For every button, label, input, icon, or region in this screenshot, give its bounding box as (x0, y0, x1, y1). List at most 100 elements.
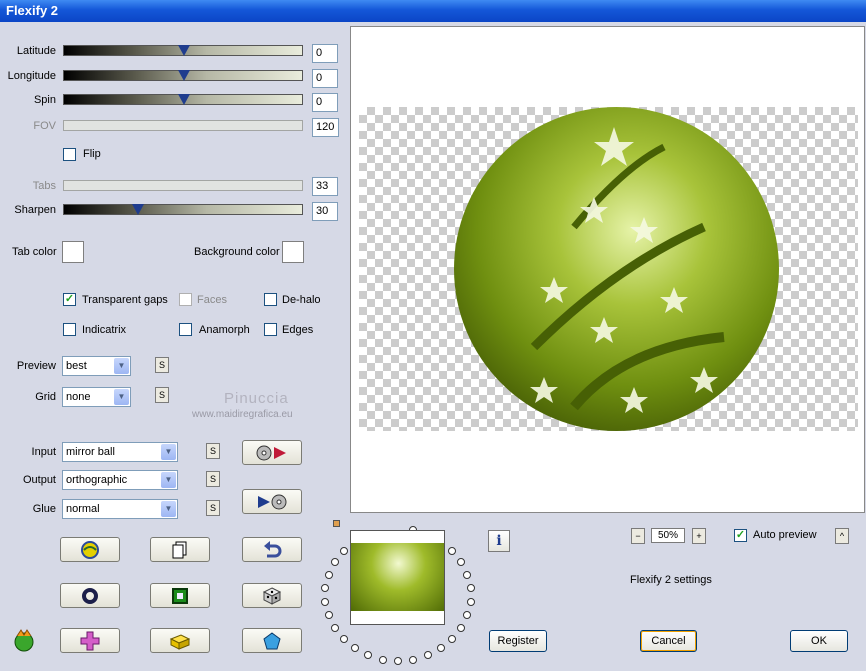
longitude-label: Longitude (7, 70, 56, 82)
square-icon (172, 587, 188, 604)
chevron-down-icon: ▼ (161, 472, 176, 488)
save-output-button[interactable] (242, 489, 302, 514)
settings-label: Flexify 2 settings (630, 574, 712, 586)
preview-area (350, 26, 865, 513)
background-color-swatch[interactable] (282, 241, 304, 263)
background-color-label: Background color (194, 246, 280, 258)
block-tool-button[interactable] (150, 628, 210, 653)
ring-dot (339, 635, 348, 644)
de-halo-checkbox[interactable] (264, 293, 277, 306)
longitude-value[interactable]: 0 (312, 69, 338, 88)
ring-dot (378, 655, 387, 664)
ring-dot (463, 570, 472, 579)
output-select-value: orthographic (66, 474, 128, 486)
ok-button[interactable]: OK (790, 630, 848, 652)
zoom-out-button[interactable]: − (631, 528, 645, 544)
ring-dot (448, 635, 457, 644)
pentagon-icon (263, 631, 281, 649)
ring-dot (463, 611, 472, 620)
sharpen-value[interactable]: 30 (312, 202, 338, 221)
input-s-button[interactable]: S (206, 443, 220, 459)
globe-icon (81, 540, 99, 559)
chevron-down-icon: ▼ (114, 389, 129, 405)
ring-dot (339, 546, 348, 555)
tabs-slider (63, 180, 303, 191)
preview-select[interactable]: best ▼ (62, 356, 131, 376)
grid-select[interactable]: none ▼ (62, 387, 131, 407)
info-button[interactable]: i (488, 530, 510, 552)
tab-color-swatch[interactable] (62, 241, 84, 263)
anamorph-checkbox[interactable] (179, 323, 192, 336)
output-s-button[interactable]: S (206, 471, 220, 487)
tabs-label: Tabs (32, 180, 56, 192)
ring-dot (394, 657, 402, 665)
tabs-value[interactable]: 33 (312, 177, 338, 196)
ring-dot (436, 644, 445, 653)
cancel-button[interactable]: Cancel (640, 630, 697, 652)
edges-label: Edges (282, 324, 314, 336)
flexify-window: Flexify 2 Latitude 0 Longitude 0 Spin 0 … (0, 0, 866, 671)
copy-icon (172, 541, 187, 558)
edges-checkbox[interactable] (264, 323, 277, 336)
glue-s-button[interactable]: S (206, 500, 220, 516)
zoom-level: 50% (651, 528, 685, 543)
grid-s-button[interactable]: S (155, 387, 169, 403)
spin-slider[interactable] (63, 94, 303, 105)
input-select[interactable]: mirror ball ▼ (62, 442, 178, 462)
grid-label: Grid (35, 391, 56, 403)
fov-value[interactable]: 120 (312, 118, 339, 137)
cross-tool-button[interactable] (60, 628, 120, 653)
transparent-gaps-label: Transparent gaps (82, 294, 168, 306)
de-halo-label: De-halo (282, 294, 321, 306)
input-select-value: mirror ball (66, 446, 115, 458)
chevron-down-icon: ▼ (114, 358, 129, 374)
flexify-logo-icon (12, 628, 36, 655)
square-tool-button[interactable] (150, 583, 210, 608)
globe-tool-button[interactable] (60, 537, 120, 562)
handle-marker[interactable] (333, 520, 340, 527)
collapse-button[interactable]: ^ (835, 528, 849, 544)
preview-label: Preview (16, 360, 56, 372)
block-icon (169, 633, 191, 650)
spin-label: Spin (33, 94, 56, 106)
output-select[interactable]: orthographic ▼ (62, 470, 178, 490)
random-tool-button[interactable] (242, 583, 302, 608)
spin-value[interactable]: 0 (312, 93, 338, 112)
tab-color-label: Tab color (12, 246, 57, 258)
undo-tool-button[interactable] (242, 537, 302, 562)
indicatrix-checkbox[interactable] (63, 323, 76, 336)
flip-checkbox[interactable] (63, 148, 76, 161)
indicatrix-label: Indicatrix (82, 324, 127, 336)
ring-dot (321, 584, 330, 593)
ring-dot (330, 558, 339, 566)
fov-slider (63, 120, 303, 131)
load-input-button[interactable] (242, 440, 302, 465)
ring-dot (466, 597, 475, 606)
ring-dot (351, 644, 360, 653)
disc-play-icon (256, 445, 286, 460)
pentagon-tool-button[interactable] (242, 628, 302, 653)
sharpen-slider[interactable] (63, 204, 303, 215)
auto-preview-label: Auto preview (753, 529, 817, 541)
latitude-slider[interactable] (63, 45, 303, 56)
flip-label: Flip (83, 148, 101, 160)
longitude-slider[interactable] (63, 70, 303, 81)
input-label: Input (31, 446, 56, 458)
window-title: Flexify 2 (0, 0, 866, 22)
register-button[interactable]: Register (489, 630, 547, 652)
play-disc-icon (258, 494, 287, 509)
chevron-down-icon: ▼ (161, 444, 176, 460)
fov-label: FOV (33, 120, 56, 132)
glue-select[interactable]: normal ▼ (62, 499, 178, 519)
copy-tool-button[interactable] (150, 537, 210, 562)
ring-dot (457, 558, 466, 566)
zoom-in-button[interactable]: + (692, 528, 706, 544)
auto-preview-checkbox[interactable]: ✓ (734, 529, 747, 542)
undo-icon (264, 540, 282, 557)
transparent-gaps-checkbox[interactable]: ✓ (63, 293, 76, 306)
ring-tool-button[interactable] (60, 583, 120, 608)
latitude-value[interactable]: 0 (312, 44, 338, 63)
anamorph-label: Anamorph (199, 324, 250, 336)
preview-s-button[interactable]: S (155, 357, 169, 373)
thumbnail-preview[interactable] (350, 530, 445, 625)
